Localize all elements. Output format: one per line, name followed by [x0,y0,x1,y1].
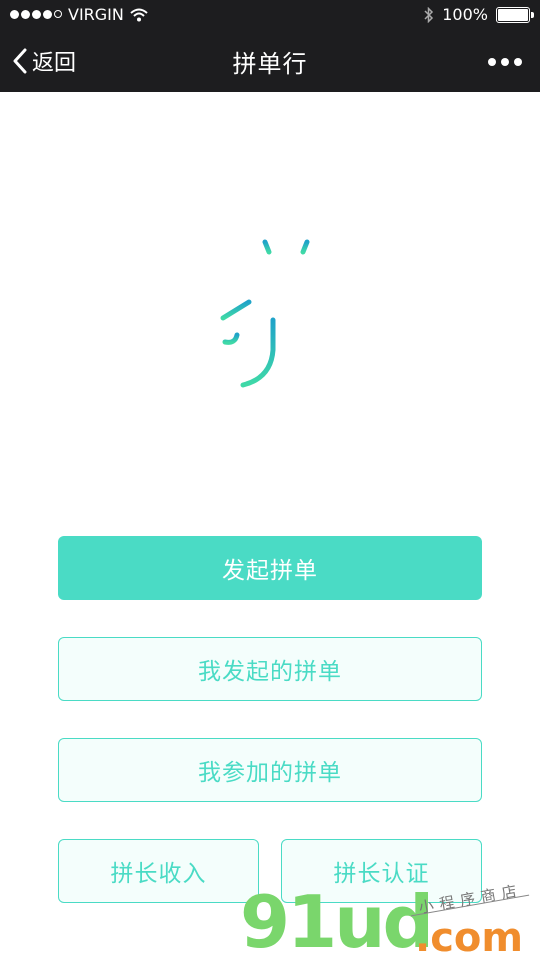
status-left: VIRGIN [10,5,148,24]
page-title: 拼单行 [232,50,308,78]
watermark: 91ud 小程序商店 .com [240,880,540,964]
nav-bar: 返回 拼单行 [0,30,540,92]
app-logo [220,239,320,388]
watermark-domain: .com [415,915,524,961]
start-group-order-button[interactable]: 发起拼单 [58,536,482,600]
watermark-note: 小程序商店 [417,881,524,917]
bluetooth-icon [424,6,434,23]
wifi-icon [130,8,148,21]
watermark-brand: 91ud [240,880,434,964]
status-right: 100% [424,5,534,24]
battery-icon [496,6,534,23]
ellipsis-icon[interactable] [488,58,522,66]
my-started-orders-button[interactable]: 我发起的拼单 [58,637,482,701]
status-bar: VIRGIN 100% [0,0,540,30]
carrier-label: VIRGIN [68,5,124,24]
my-joined-orders-button[interactable]: 我参加的拼单 [58,738,482,802]
leader-income-button[interactable]: 拼长收入 [58,839,259,903]
battery-percent: 100% [442,5,488,24]
signal-strength-icon [10,10,62,19]
